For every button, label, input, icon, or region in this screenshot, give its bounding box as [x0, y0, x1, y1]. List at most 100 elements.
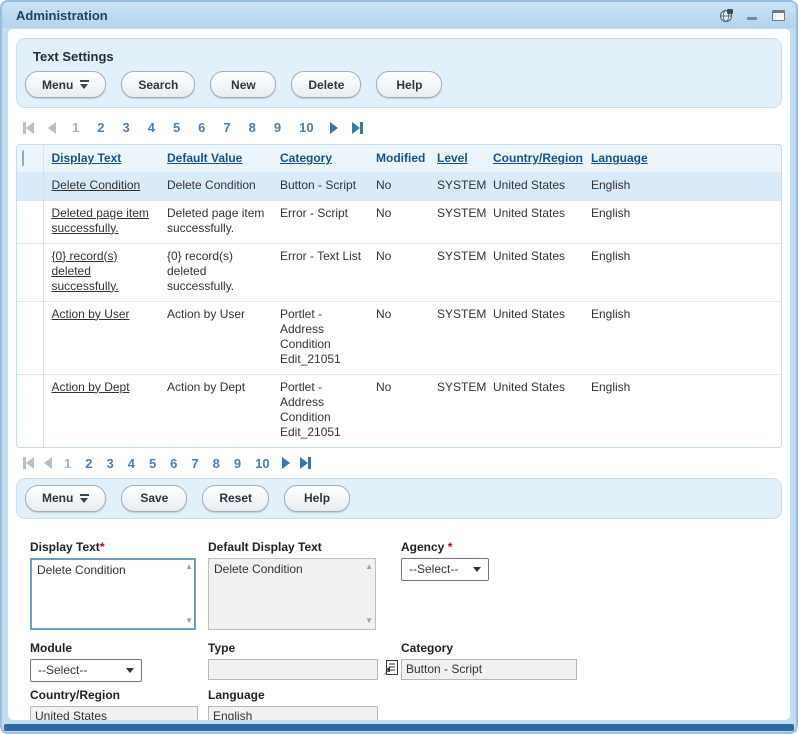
- previous-page-icon[interactable]: [44, 457, 52, 469]
- type-input[interactable]: [208, 659, 378, 680]
- administration-window: Administration Text Settings Menu: [0, 0, 798, 734]
- display-text-textarea[interactable]: Delete Condition: [30, 558, 196, 630]
- agency-field: Agency * --Select--: [401, 540, 489, 581]
- cell-level: SYSTEM: [437, 200, 493, 243]
- language-input[interactable]: [208, 706, 378, 721]
- page-number[interactable]: 3: [104, 456, 115, 471]
- first-page-icon[interactable]: [23, 122, 34, 134]
- cell-country: United States: [493, 243, 591, 301]
- minimize-icon[interactable]: [744, 8, 760, 22]
- agency-select[interactable]: --Select--: [401, 558, 489, 581]
- help-button[interactable]: Help: [376, 71, 442, 98]
- cell-category: Button - Script: [280, 172, 376, 200]
- text-edit-form: Display Text* Delete Condition ▲ ▼ Defau…: [22, 540, 782, 721]
- save-button[interactable]: Save: [121, 485, 187, 512]
- page-number[interactable]: 5: [171, 120, 182, 135]
- display-text-label: Display Text: [30, 540, 100, 554]
- reset-button[interactable]: Reset: [202, 485, 269, 512]
- table-row[interactable]: Delete Condition Delete Condition Button…: [17, 172, 781, 200]
- table-row[interactable]: Deleted page item successfully. Deleted …: [17, 200, 781, 243]
- cell-modified: No: [376, 243, 437, 301]
- page-number[interactable]: 6: [196, 120, 207, 135]
- bottom-toolbar: Menu Save Reset Help: [25, 485, 773, 512]
- last-page-icon[interactable]: [352, 122, 363, 134]
- display-text-link[interactable]: {0} record(s) deleted successfully.: [52, 249, 119, 293]
- cell-language: English: [591, 200, 781, 243]
- search-button[interactable]: Search: [121, 71, 195, 98]
- table-row[interactable]: {0} record(s) deleted successfully. {0} …: [17, 243, 781, 301]
- display-text-link[interactable]: Action by Dept: [52, 380, 130, 394]
- module-label: Module: [30, 641, 142, 655]
- page-number[interactable]: 8: [247, 120, 258, 135]
- page-number[interactable]: 2: [95, 120, 106, 135]
- menu-button[interactable]: Menu: [25, 485, 106, 512]
- page-number[interactable]: 7: [221, 120, 232, 135]
- panel-title: Text Settings: [33, 49, 773, 64]
- sort-link[interactable]: Language: [591, 151, 648, 165]
- table-row[interactable]: Action by User Action by User Portlet - …: [17, 301, 781, 374]
- cell-level: SYSTEM: [437, 172, 493, 200]
- cell-category: Portlet - Address Condition Edit_21051: [280, 374, 376, 447]
- page-number[interactable]: 4: [126, 456, 137, 471]
- page-number[interactable]: 2: [83, 456, 94, 471]
- previous-page-icon[interactable]: [48, 122, 56, 134]
- cell-category: Error - Text List: [280, 243, 376, 301]
- maximize-icon[interactable]: [770, 8, 786, 22]
- first-page-icon[interactable]: [23, 457, 34, 469]
- default-display-text-textarea[interactable]: Delete Condition: [208, 558, 376, 630]
- page-number[interactable]: 3: [120, 120, 131, 135]
- select-all-checkbox[interactable]: [22, 150, 24, 166]
- page-number[interactable]: 4: [146, 120, 157, 135]
- cell-default-value: Delete Condition: [167, 172, 280, 200]
- country-input[interactable]: [30, 706, 198, 721]
- next-page-icon[interactable]: [282, 457, 290, 469]
- window-titlebar: Administration: [2, 2, 796, 28]
- page-number[interactable]: 9: [232, 456, 243, 471]
- help-button[interactable]: Help: [284, 485, 350, 512]
- sort-link[interactable]: Default Value: [167, 151, 242, 165]
- type-field: Type: [208, 641, 399, 680]
- table-row[interactable]: Action by Dept Action by Dept Portlet - …: [17, 374, 781, 447]
- sort-link[interactable]: Level: [437, 151, 468, 165]
- module-field: Module --Select--: [30, 641, 142, 682]
- page-number[interactable]: 10: [297, 120, 315, 135]
- display-text-link[interactable]: Deleted page item successfully.: [52, 206, 149, 235]
- category-input[interactable]: [401, 659, 577, 680]
- column-header-display-text: Display Text: [43, 145, 167, 172]
- required-marker: *: [100, 540, 105, 554]
- sort-link[interactable]: Country/Region: [493, 151, 583, 165]
- menu-button[interactable]: Menu: [25, 71, 106, 98]
- cell-language: English: [591, 172, 781, 200]
- page-number[interactable]: 6: [168, 456, 179, 471]
- chevron-down-icon: [126, 668, 134, 673]
- new-button[interactable]: New: [210, 71, 276, 98]
- display-text-link[interactable]: Delete Condition: [52, 178, 141, 192]
- sort-link[interactable]: Display Text: [52, 151, 122, 165]
- next-page-icon[interactable]: [330, 122, 338, 134]
- module-select[interactable]: --Select--: [30, 659, 142, 682]
- text-settings-table: Display Text Default Value Category Modi…: [16, 144, 782, 448]
- page-number[interactable]: 5: [147, 456, 158, 471]
- cell-country: United States: [493, 301, 591, 374]
- cell-language: English: [591, 301, 781, 374]
- page-number[interactable]: 9: [272, 120, 283, 135]
- page-number[interactable]: 10: [253, 456, 271, 471]
- last-page-icon[interactable]: [300, 457, 311, 469]
- language-label: Language: [208, 688, 378, 702]
- column-header-default-value: Default Value: [167, 145, 280, 172]
- personalize-icon[interactable]: [718, 8, 734, 22]
- page-number[interactable]: 7: [189, 456, 200, 471]
- delete-button[interactable]: Delete: [291, 71, 361, 98]
- page-number[interactable]: 8: [211, 456, 222, 471]
- cell-default-value: Action by User: [167, 301, 280, 374]
- sort-link[interactable]: Category: [280, 151, 332, 165]
- main-content: Text Settings Menu Search New Delete Hel…: [8, 29, 790, 720]
- cell-level: SYSTEM: [437, 374, 493, 447]
- window-bottom-bar: [4, 724, 794, 731]
- display-text-link[interactable]: Action by User: [52, 307, 130, 321]
- window-controls: [718, 8, 786, 22]
- window-title: Administration: [16, 8, 718, 23]
- lookup-icon[interactable]: [382, 659, 399, 680]
- cell-default-value: Action by Dept: [167, 374, 280, 447]
- pagination-bottom: 1 2 3 4 5 6 7 8 9 10: [23, 456, 782, 471]
